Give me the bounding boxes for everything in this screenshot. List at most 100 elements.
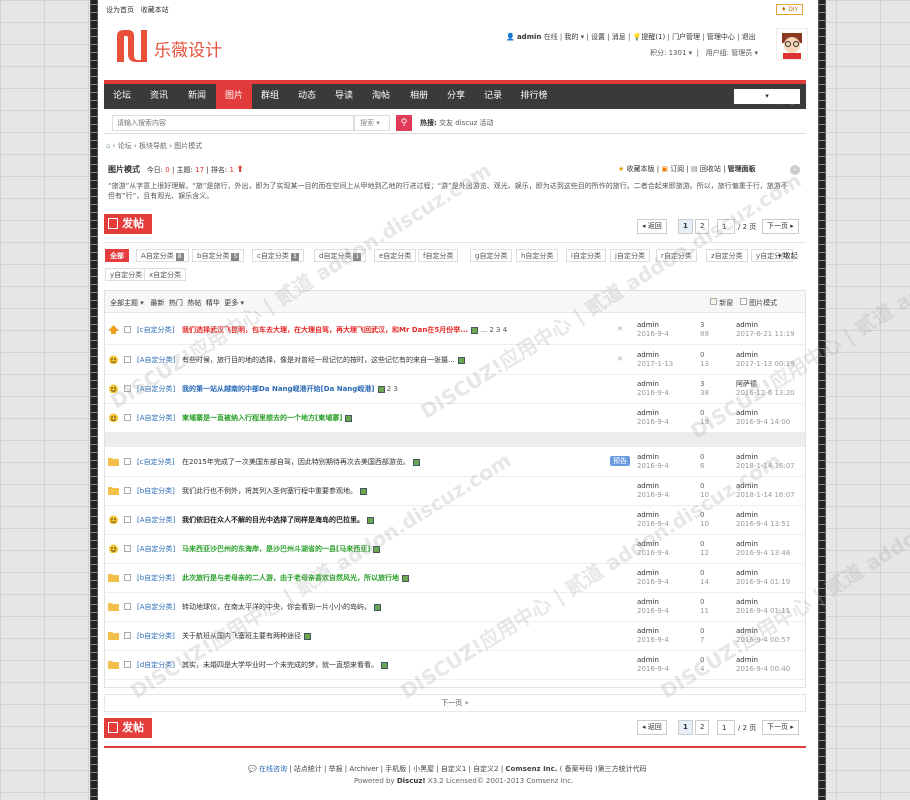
category-item[interactable]: g自定分类 (470, 249, 513, 262)
author-link[interactable]: admin (637, 453, 659, 461)
category-tag[interactable]: [A自定分类] (137, 544, 175, 554)
row-checkbox[interactable] (124, 632, 131, 639)
last-post-date[interactable]: 2016-12-6 13:20 (736, 389, 795, 397)
points[interactable]: 积分: 1301 (650, 49, 686, 57)
author-link[interactable]: admin (637, 569, 659, 577)
thread-title[interactable]: 我们选择武汉飞昆明，包车去大理，在大理自驾，再大理飞回武汉，和Mr Dan在5月… (182, 326, 468, 334)
back-button-bottom[interactable]: ◂ 返回 (637, 720, 667, 735)
row-checkbox[interactable] (124, 603, 131, 610)
last-poster-link[interactable]: admin (736, 409, 758, 417)
next-page-button-bottom[interactable]: 下一页 ▸ (762, 720, 799, 735)
nav-item-pictures[interactable]: 图片 (216, 84, 252, 109)
category-item[interactable]: A自定分类 8 (136, 249, 189, 262)
author-link[interactable]: admin (637, 321, 659, 329)
thread-title[interactable]: 我们依旧在众人不解的目光中选择了同样是海岛的巴拉里。 (182, 516, 364, 524)
last-post-date[interactable]: 2016-9-4 14:00 (736, 418, 790, 426)
footer-company[interactable]: Comsenz Inc. (505, 765, 557, 773)
close-icon[interactable]: ✕ (617, 325, 623, 333)
table-row[interactable]: [A自定分类] 转动地球仪，在南太平洋的中央，你会看到一片小小的岛屿， admin 2… (104, 593, 806, 622)
row-checkbox[interactable] (124, 545, 131, 552)
last-post-date[interactable]: 2016-9-4 13:48 (736, 549, 790, 557)
username[interactable]: admin (517, 33, 541, 41)
row-checkbox[interactable] (124, 661, 131, 668)
category-tag[interactable]: [c自定分类] (137, 325, 174, 335)
category-item[interactable]: j自定分类 (610, 249, 650, 262)
table-row[interactable]: [A自定分类] 我们依旧在众人不解的目光中选择了同样是海岛的巴拉里。 admin 20… (104, 506, 806, 535)
diy-button[interactable]: ♦ DIY (776, 4, 804, 15)
page-2[interactable]: 2 (695, 219, 710, 234)
thread-title[interactable]: 其实，未婚四是大学毕业时一个未完成的梦，就一直想来看看。 (182, 661, 378, 669)
admin-panel-link[interactable]: 管理面板 (728, 165, 756, 173)
row-checkbox[interactable] (124, 385, 131, 392)
category-tag[interactable]: [A自定分类] (137, 515, 175, 525)
category-item[interactable]: h自定分类 (516, 249, 559, 262)
last-poster-link[interactable]: admin (736, 540, 758, 548)
subscribe-link[interactable]: 订阅 (670, 165, 684, 173)
author-link[interactable]: admin (637, 627, 659, 635)
author-link[interactable]: admin (637, 380, 659, 388)
recycle-bin-link[interactable]: 回收站 (700, 165, 721, 173)
author-link[interactable]: admin (637, 482, 659, 490)
messages-link[interactable]: 消息 (612, 33, 626, 41)
category-item[interactable]: y自定分类 (105, 268, 148, 281)
filter-hot[interactable]: 热门 (169, 299, 183, 307)
row-checkbox[interactable] (124, 458, 131, 465)
author-link[interactable]: admin (637, 351, 659, 359)
category-item[interactable]: c自定分类 3 (252, 249, 304, 262)
table-row[interactable]: [b自定分类] 我们此行也不例外，将其列入圣何塞行程中重要参观地。 admin 201… (104, 477, 806, 506)
nav-item-guide[interactable]: 导读 (326, 84, 362, 109)
table-row[interactable]: [c自定分类] 在2015年完成了一次美国东部自驾，因此特别期待再次去美国西部游览… (104, 448, 806, 477)
nav-item-groups[interactable]: 群组 (252, 84, 288, 109)
last-post-date[interactable]: 2018-1-14 16:07 (736, 462, 795, 470)
newwin-checkbox[interactable] (710, 298, 717, 305)
last-poster-link[interactable]: admin (736, 569, 758, 577)
nav-item-news[interactable]: 新闻 (178, 84, 216, 109)
hot-link[interactable]: discuz (455, 119, 477, 127)
nav-item-info[interactable]: 资讯 (140, 84, 178, 109)
last-poster-link[interactable]: admin (736, 598, 758, 606)
category-item[interactable]: f自定分类 (418, 249, 459, 262)
filter-latest[interactable]: 最新 (150, 299, 164, 307)
thread-title[interactable]: 柬埔寨是一直被纳入行程里想去的一个地方[柬埔寨] (182, 414, 342, 422)
bookmark-link[interactable]: 收藏本站 (141, 6, 169, 14)
category-tag[interactable]: [b自定分类] (137, 486, 175, 496)
online-consult-button[interactable]: 💬 在线咨询 (248, 765, 287, 773)
filter-more[interactable]: 更多 (224, 299, 238, 307)
category-item[interactable]: i自定分类 (566, 249, 606, 262)
thread-title[interactable]: 有些时候，旅行目的地的选择，像是对曾经一段记忆的按时，这些记忆有的来自一张摄..… (182, 356, 455, 364)
category-tag[interactable]: [b自定分类] (137, 573, 175, 583)
logo[interactable] (114, 26, 150, 66)
page-2-bottom[interactable]: 2 (695, 720, 710, 735)
nav-item-album[interactable]: 相册 (400, 84, 438, 109)
table-row[interactable]: [d自定分类] 其实，未婚四是大学毕业时一个未完成的梦，就一直想来看看。 admin… (104, 651, 806, 680)
category-tag[interactable]: [A自定分类] (137, 413, 175, 423)
row-checkbox[interactable] (124, 574, 131, 581)
row-checkbox[interactable] (124, 326, 131, 333)
filter-digest[interactable]: 精华 (206, 299, 220, 307)
table-row[interactable]: [c自定分类] 我们选择武汉飞昆明，包车去大理，在大理自驾，再大理飞回武汉，和Mr… (104, 316, 806, 345)
thread-title[interactable]: 我的第一站从越南的中部Da Nang岘港开始[Da Nang岘港] (182, 385, 375, 393)
last-post-date[interactable]: 2016-9-4 00:57 (736, 636, 790, 644)
category-tag[interactable]: [d自定分类] (137, 660, 175, 670)
search-input[interactable] (112, 115, 354, 131)
quick-nav-button[interactable]: 快捷导航 ▾ (734, 89, 800, 131)
author-link[interactable]: admin (637, 540, 659, 548)
my-link[interactable]: 我的 (564, 33, 578, 41)
category-item[interactable]: z自定分类 (706, 249, 748, 262)
footer-icp[interactable]: ( 备案号码 )第三方统计代码 (560, 765, 647, 773)
thread-title[interactable]: 我们此行也不例外，将其列入圣何塞行程中重要参观地。 (182, 487, 357, 495)
thread-title[interactable]: 在2015年完成了一次美国东部自驾，因此特别期待再次去美国西部游览。 (182, 458, 410, 466)
last-poster-link[interactable]: admin (736, 453, 758, 461)
user-group[interactable]: 用户组: 管理员 (706, 49, 753, 57)
nav-item-collection[interactable]: 淘帖 (362, 84, 400, 109)
author-link[interactable]: admin (637, 598, 659, 606)
category-tag[interactable]: [b自定分类] (137, 631, 175, 641)
row-checkbox[interactable] (124, 414, 131, 421)
last-post-date[interactable]: 2018-1-14 16:07 (736, 491, 795, 499)
search-button[interactable]: ⚲ (396, 115, 412, 131)
category-item[interactable]: r自定分类 (656, 249, 697, 262)
set-homepage-link[interactable]: 设为首页 (106, 6, 134, 14)
page-input-bottom[interactable] (717, 720, 735, 735)
close-icon[interactable]: ✕ (617, 355, 623, 363)
table-row[interactable]: [A自定分类] 我的第一站从越南的中部Da Nang岘港开始[Da Nang岘港]… (104, 375, 806, 404)
